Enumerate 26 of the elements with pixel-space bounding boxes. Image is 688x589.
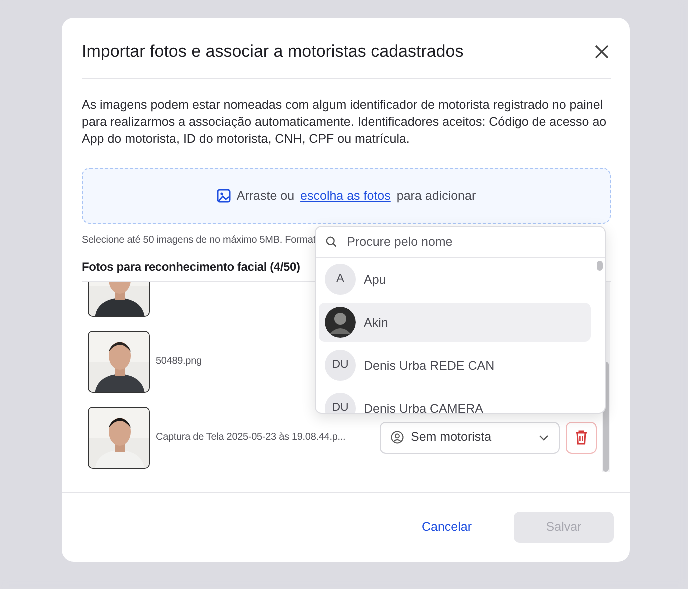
- scrollbar-thumb[interactable]: [597, 261, 603, 272]
- avatar-initials: A: [325, 264, 356, 296]
- description-text: As imagens podem estar nomeadas com algum identificador de motorista registrado no painel para realizarmos a associação automaticamente. Identificadores aceitos: Código de acesso ao App do motorista, ID do motorista, CNH, CPF ou matrícula.: [82, 97, 608, 148]
- hint-text: Selecione até 50 imagens de no máximo 5MB. Format: [82, 234, 316, 248]
- dialog-title: Importar fotos e associar a motoristas cadastrados: [82, 42, 464, 62]
- choose-photos-link[interactable]: escolha as fotos: [300, 187, 391, 206]
- dropzone-text: Arraste ou: [236, 188, 295, 206]
- file-name: 50489.png: [156, 355, 202, 370]
- driver-option[interactable]: Akin: [319, 303, 591, 342]
- avatar-initials: DU: [325, 350, 356, 382]
- image-icon: [216, 189, 231, 204]
- driver-option[interactable]: DU Denis Urba CAMERA: [319, 389, 591, 414]
- cancel-button[interactable]: Cancelar: [416, 517, 478, 538]
- avatar-icon: [325, 307, 356, 338]
- delete-button[interactable]: [566, 422, 597, 454]
- avatar-initials: DU: [325, 393, 356, 414]
- chevron-icon: [539, 434, 549, 441]
- file-name: Captura de Tela 2025-05-23 às 19.08.44.p...: [156, 431, 346, 446]
- close-button[interactable]: [593, 43, 611, 62]
- trash-icon: [575, 430, 588, 446]
- search-icon: [326, 236, 338, 248]
- upload-dropzone[interactable]: Arraste ou escolha as fotos para adicionar: [82, 168, 611, 224]
- user-icon: [391, 431, 404, 444]
- driver-option[interactable]: DU Denis Urba REDE CAN: [319, 346, 591, 386]
- driver-select[interactable]: Sem motorista: [380, 422, 560, 454]
- dropzone-text: para adicionar: [396, 188, 476, 206]
